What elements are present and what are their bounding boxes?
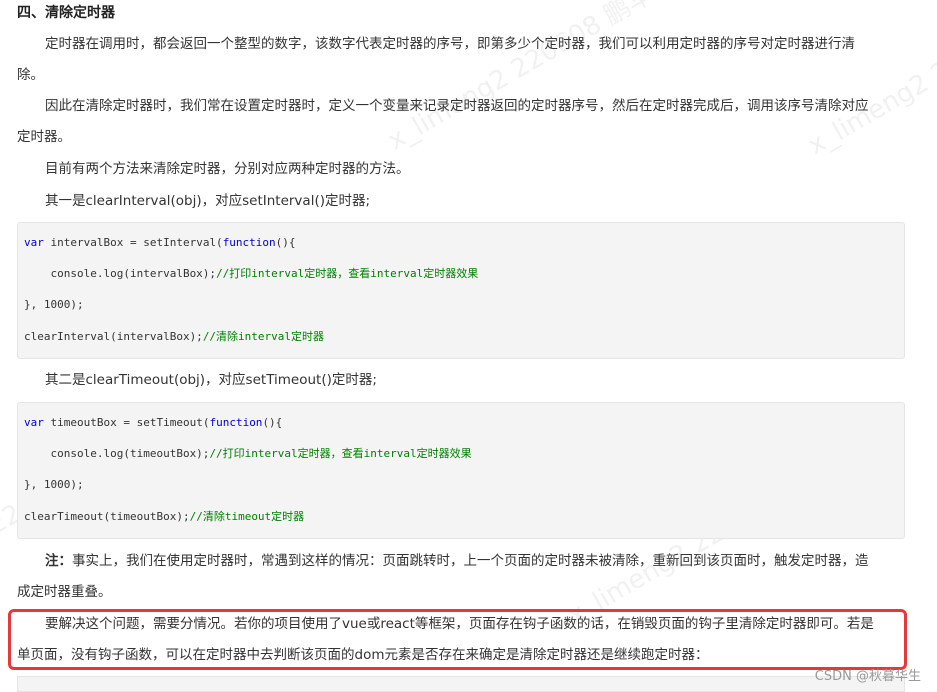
code-text: console.log(timeoutBox); — [24, 447, 210, 460]
note-label: 注： — [45, 553, 72, 569]
code-line: clearInterval(intervalBox);//清除interval定… — [24, 329, 324, 345]
code-line: }, 1000); — [24, 477, 84, 493]
paragraph-1-cont: 除。 — [17, 67, 44, 83]
code-line: var intervalBox = setInterval(function()… — [24, 235, 296, 251]
code-text: (){ — [275, 236, 296, 249]
paragraph-4: 其一是clearInterval(obj)，对应setInterval()定时器… — [17, 186, 907, 217]
paragraph-2-cont: 定时器。 — [17, 129, 71, 145]
paragraph-2-text: 因此在清除定时器时，我们常在设置定时器时，定义一个变量来记录定时器返回的定时器序… — [45, 98, 869, 114]
code-comment: //打印interval定时器，查看interval定时器效果 — [209, 447, 472, 460]
note-cont: 成定时器重叠。 — [17, 584, 112, 600]
code-keyword: var — [24, 416, 44, 429]
code-block-partial — [17, 676, 905, 692]
code-keyword: var — [24, 236, 44, 249]
paragraph-5-text: 其二是clearTimeout(obj)，对应setTimeout()定时器; — [45, 372, 377, 388]
paragraph-2: 因此在清除定时器时，我们常在设置定时器时，定义一个变量来记录定时器返回的定时器序… — [17, 91, 907, 153]
code-text: console.log(intervalBox); — [24, 267, 217, 280]
code-line: console.log(intervalBox);//打印interval定时器… — [24, 266, 478, 282]
paragraph-5: 其二是clearTimeout(obj)，对应setTimeout()定时器; — [17, 365, 907, 396]
code-keyword: function — [209, 416, 263, 429]
paragraph-1: 定时器在调用时，都会返回一个整型的数字，该数字代表定时器的序号，即第多少个定时器… — [17, 29, 907, 91]
code-text: timeoutBox = setTimeout( — [43, 416, 210, 429]
paragraph-3-text: 目前有两个方法来清除定时器，分别对应两种定时器的方法。 — [45, 161, 410, 177]
code-text: clearTimeout(timeoutBox); — [24, 510, 190, 523]
paragraph-3: 目前有两个方法来清除定时器，分别对应两种定时器的方法。 — [17, 154, 907, 185]
article-page: x_limeng2 220608 鹏华 x_limeng2 220608 鹏华 … — [0, 0, 937, 692]
note-text: 事实上，我们在使用定时器时，常遇到这样的情况：页面跳转时，上一个页面的定时器未被… — [72, 553, 869, 569]
highlight-annotation-box — [8, 609, 907, 670]
paragraph-1-text: 定时器在调用时，都会返回一个整型的数字，该数字代表定时器的序号，即第多少个定时器… — [45, 36, 855, 52]
note-paragraph: 注：事实上，我们在使用定时器时，常遇到这样的情况：页面跳转时，上一个页面的定时器… — [17, 546, 907, 608]
code-comment: //打印interval定时器，查看interval定时器效果 — [216, 267, 479, 280]
code-text: }, 1000); — [24, 478, 84, 491]
csdn-credit: CSDN @秋暮华生 — [814, 669, 921, 684]
code-line: clearTimeout(timeoutBox);//清除timeout定时器 — [24, 509, 304, 525]
section-heading: 四、清除定时器 — [17, 5, 115, 21]
code-block-interval: var intervalBox = setInterval(function()… — [17, 222, 905, 359]
code-line: }, 1000); — [24, 297, 84, 313]
code-block-timeout: var timeoutBox = setTimeout(function(){ … — [17, 402, 905, 539]
code-line: var timeoutBox = setTimeout(function(){ — [24, 415, 282, 431]
code-text: (){ — [262, 416, 283, 429]
code-comment: //清除interval定时器 — [202, 330, 325, 343]
code-line: console.log(timeoutBox);//打印interval定时器，… — [24, 446, 472, 462]
paragraph-4-text: 其一是clearInterval(obj)，对应setInterval()定时器… — [45, 193, 371, 209]
code-keyword: function — [222, 236, 276, 249]
code-text: }, 1000); — [24, 298, 84, 311]
code-comment: //清除timeout定时器 — [189, 510, 305, 523]
code-text: intervalBox = setInterval( — [43, 236, 223, 249]
code-text: clearInterval(intervalBox); — [24, 330, 203, 343]
